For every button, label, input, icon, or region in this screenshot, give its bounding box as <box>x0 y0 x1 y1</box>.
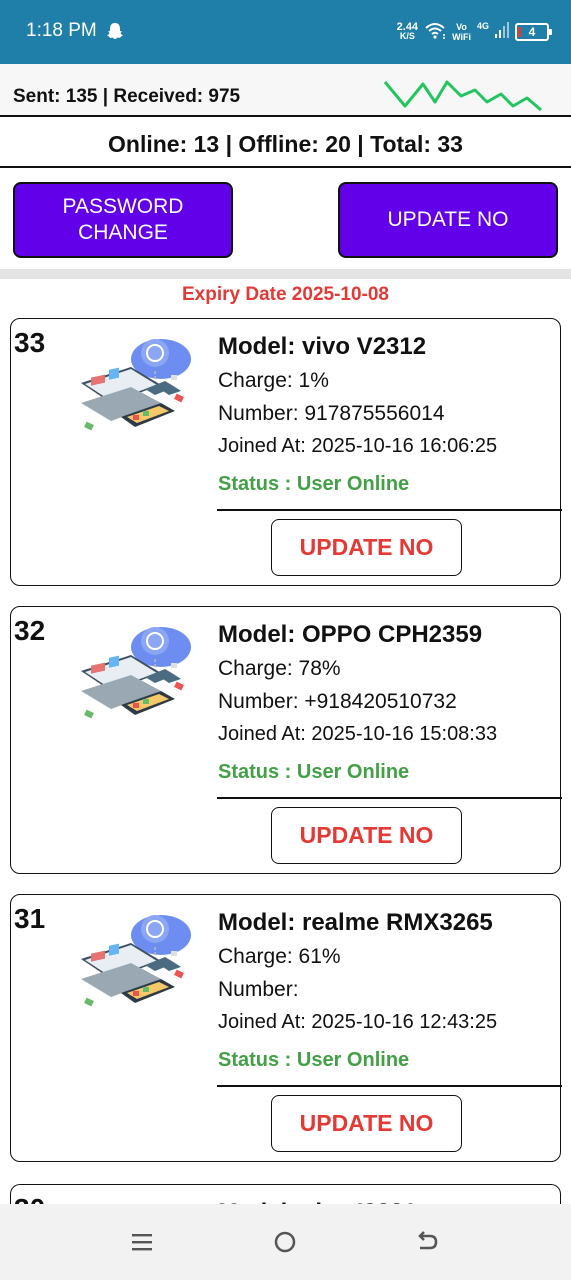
card-divider <box>217 509 562 511</box>
device-index: 33 <box>14 327 46 358</box>
device-number: Number: <box>218 978 299 1001</box>
device-status: Status : User Online <box>218 761 410 783</box>
vowifi-indicator: Vo WiFi <box>452 22 471 42</box>
device-status: Status : User Online <box>218 473 410 495</box>
section-divider <box>0 269 571 279</box>
status-bar: 1:18 PM 2.44 K/S Vo WiFi 4G 4 <box>0 0 571 64</box>
net-speed: 2.44 K/S <box>396 21 419 41</box>
device-joined: Joined At: 2025-10-16 12:43:25 <box>218 1011 498 1033</box>
traffic-summary: Sent: 135 | Received: 975 <box>13 86 241 107</box>
status-icons: 2.44 K/S Vo WiFi 4G 4 <box>396 16 552 48</box>
snapchat-ghost-icon <box>106 22 124 45</box>
battery-icon: 4 <box>515 23 552 41</box>
device-charge: Charge: 78% <box>218 657 341 680</box>
device-status: Status : User Online <box>218 1049 410 1071</box>
device-card[interactable]: 33 Model: vivo V2312 Charge: 1% Number: … <box>10 318 562 586</box>
traffic-graph-icon <box>383 78 543 123</box>
device-charge: Charge: 61% <box>218 945 341 968</box>
home-icon[interactable] <box>267 1224 303 1260</box>
card-update-no-button[interactable]: UPDATE NO <box>271 1095 462 1152</box>
device-card[interactable]: 31 Model: realme RMX3265 Charge: 61% Num… <box>10 894 562 1162</box>
system-nav-bar <box>0 1204 571 1280</box>
card-update-no-button[interactable]: UPDATE NO <box>271 519 462 576</box>
device-cloud-illustration-icon <box>75 619 199 736</box>
device-joined: Joined At: 2025-10-16 15:08:33 <box>218 723 498 745</box>
recent-apps-icon[interactable] <box>124 1224 160 1260</box>
card-divider <box>217 797 562 799</box>
card-divider <box>217 1085 562 1087</box>
device-charge: Charge: 1% <box>218 369 329 392</box>
back-icon[interactable] <box>410 1224 446 1260</box>
expiry-date: Expiry Date 2025-10-08 <box>181 284 389 305</box>
update-no-button[interactable]: UPDATE NO <box>338 182 558 258</box>
device-model: Model: realme RMX3265 <box>218 909 493 936</box>
device-number: Number: +918420510732 <box>218 690 457 713</box>
device-card[interactable]: 32 Model: OPPO CPH2359 Charge: 78% Numbe… <box>10 606 562 874</box>
device-model: Model: OPPO CPH2359 <box>218 621 483 648</box>
device-index: 32 <box>14 615 46 646</box>
card-update-no-button[interactable]: UPDATE NO <box>271 807 462 864</box>
traffic-bar: Sent: 135 | Received: 975 <box>0 64 571 117</box>
device-cloud-illustration-icon <box>75 331 199 448</box>
password-change-button[interactable]: PASSWORD CHANGE <box>13 182 233 258</box>
device-counts: Online: 13 | Offline: 20 | Total: 33 <box>0 118 571 168</box>
device-index: 31 <box>14 903 46 934</box>
device-number: Number: 917875556014 <box>218 402 445 425</box>
battery-level: 4 <box>528 25 536 39</box>
device-cloud-illustration-icon <box>75 907 199 1024</box>
device-model: Model: vivo V2312 <box>218 333 427 360</box>
clock: 1:18 PM <box>26 20 97 41</box>
device-joined: Joined At: 2025-10-16 16:06:25 <box>218 435 498 457</box>
signal-icon <box>495 21 509 44</box>
wifi-icon <box>424 21 446 44</box>
network-type: 4G <box>476 21 489 31</box>
